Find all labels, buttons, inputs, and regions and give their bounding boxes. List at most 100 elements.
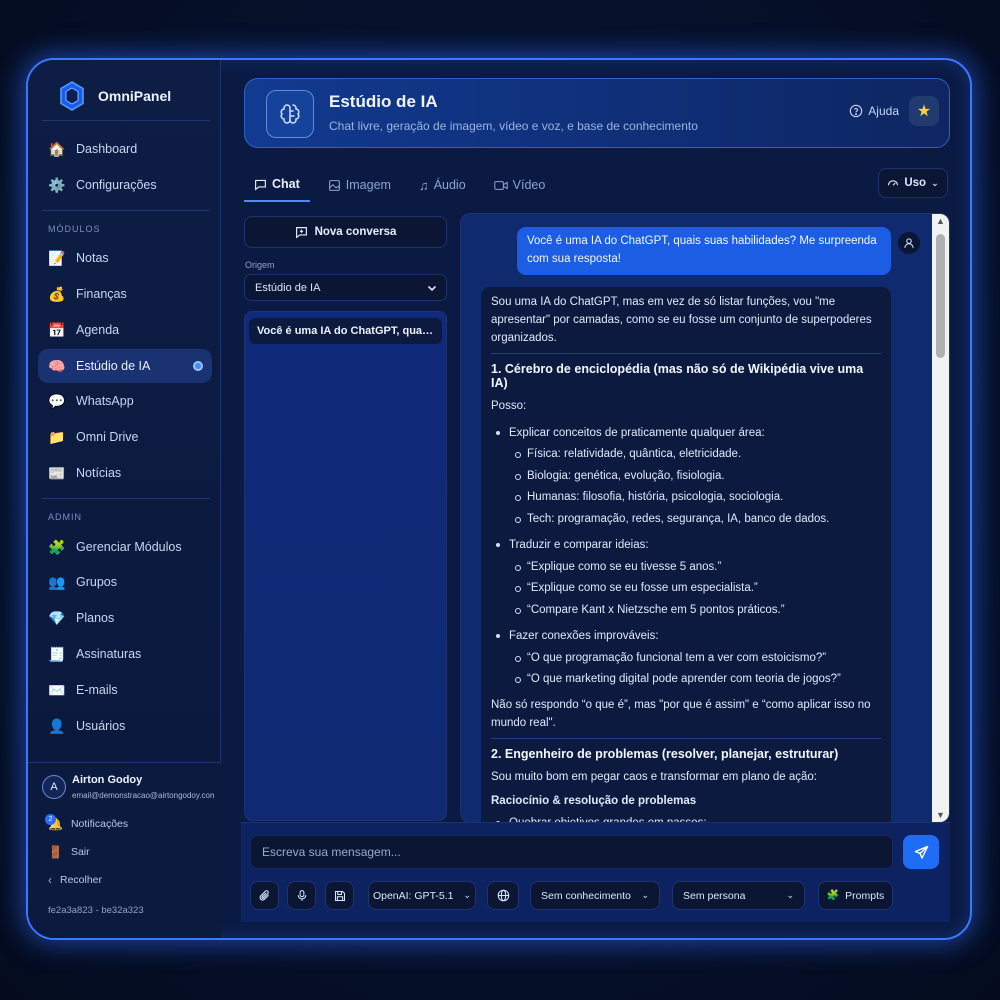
sidebar-item-whatsapp[interactable]: 💬 WhatsApp [38,384,212,418]
tab-imagem[interactable]: Imagem [318,168,401,202]
list-item: “Explique como se eu fosse um especialis… [491,578,881,600]
tab-video[interactable]: Vídeo [484,168,556,202]
app-window: OmniPanel 🏠 Dashboard ⚙️ Configurações M… [26,58,972,940]
chat-icon [255,179,266,191]
sidebar-item-estudio-ia[interactable]: 🧠 Estúdio de IA [38,349,212,383]
admin-section-label: ADMIN [48,512,82,522]
scroll-up-arrow-icon[interactable]: ▲ [935,216,946,226]
sidebar-divider [42,498,210,499]
logout-link[interactable]: 🚪 Sair [48,845,90,859]
usage-button[interactable]: Uso ⌄ [878,168,948,198]
chat-messages[interactable]: Você é uma IA do ChatGPT, quais suas hab… [460,213,950,823]
sidebar-item-emails[interactable]: ✉️ E-mails [38,673,212,707]
conversations-panel: Nova conversa Origem Estúdio de IA Você … [244,214,448,821]
floppy-disk-icon [334,890,345,901]
sidebar-item-planos[interactable]: 💎 Planos [38,601,212,635]
list-item: Biologia: genética, evolução, fisiologia… [491,466,881,488]
sidebar-item-agenda[interactable]: 📅 Agenda [38,313,212,347]
attach-button[interactable] [250,881,279,910]
sidebar-item-label: Gerenciar Módulos [76,540,182,554]
sidebar-item-dashboard[interactable]: 🏠 Dashboard [38,132,212,166]
star-icon: ★ [916,103,932,120]
people-icon: 👥 [48,573,66,590]
sidebar-item-assinaturas[interactable]: 🧾 Assinaturas [38,637,212,671]
scrollbar-thumb[interactable] [936,234,945,358]
collapse-sidebar-button[interactable]: ‹ Recolher [48,873,102,887]
ai-intro: Sou uma IA do ChatGPT, mas em vez de só … [491,296,872,344]
receipt-icon: 🧾 [48,645,66,662]
brain-icon: 🧠 [48,357,66,374]
sidebar-item-label: Estúdio de IA [76,359,151,373]
knowledge-select[interactable]: Sem conhecimento ⌄ [530,881,660,910]
tab-label: Vídeo [512,178,546,192]
ai-text: Sou muito bom em pegar caos e transforma… [491,770,818,783]
user-email: email@demonstracao@airtongodoy.com.br [72,791,214,800]
sidebar-item-financas[interactable]: 💰 Finanças [38,277,212,311]
list-item: Física: relatividade, quântica, eletrici… [491,444,881,466]
brand-name: OmniPanel [98,88,172,104]
omnipanel-logo-icon [60,81,84,111]
new-conversation-label: Nova conversa [314,226,397,238]
sidebar-item-omni-drive[interactable]: 📁 Omni Drive [38,420,212,454]
sidebar-item-notas[interactable]: 📝 Notas [38,241,212,275]
tab-chat[interactable]: Chat [244,168,310,202]
list-item: Traduzir e comparar ideias: [491,535,881,557]
chat-scrollbar[interactable]: ▲ ▼ [932,214,949,822]
new-conversation-button[interactable]: Nova conversa [244,216,447,248]
studio-tabs: Chat Imagem ♫ Áudio Vídeo [244,168,563,202]
user-message-bubble: Você é uma IA do ChatGPT, quais suas hab… [517,227,891,275]
conversation-item[interactable]: Você é uma IA do ChatGPT, quais suas hab… [249,318,442,344]
sidebar-item-label: Planos [76,611,115,625]
paperclip-icon [259,890,269,901]
sidebar-item-label: WhatsApp [76,394,134,408]
sidebar-item-gerenciar-modulos[interactable]: 🧩 Gerenciar Módulos [38,530,212,564]
list-item: “O que marketing digital pode aprender c… [491,669,881,691]
message-input[interactable] [250,835,893,869]
save-button[interactable] [325,881,354,910]
active-indicator [193,361,203,371]
avatar[interactable]: A [42,775,66,799]
page-header: Estúdio de IA Chat livre, geração de ima… [244,78,950,148]
composer: OpenAI: GPT-5.1 ⌄ Sem conhecimento ⌄ Sem… [241,822,950,922]
help-button[interactable]: Ajuda [849,104,899,118]
collapse-label: Recolher [60,874,103,886]
sidebar-item-label: Notícias [76,466,122,480]
house-icon: 🏠 [48,140,66,157]
person-icon: 👤 [48,717,66,734]
conversation-list: Você é uma IA do ChatGPT, quais suas hab… [244,311,447,821]
model-select[interactable]: OpenAI: GPT-5.1 ⌄ [368,881,476,910]
list-item: Tech: programação, redes, segurança, IA,… [491,509,881,531]
user-profile: A Airton Godoy email@demonstracao@airton… [28,762,221,938]
gear-icon: ⚙️ [48,176,66,193]
favorite-button[interactable]: ★ [909,96,939,126]
microphone-icon [297,890,306,901]
page-title: Estúdio de IA [329,92,438,111]
web-search-toggle[interactable] [487,881,519,910]
tab-audio[interactable]: ♫ Áudio [409,168,476,202]
sidebar-item-noticias[interactable]: 📰 Notícias [38,456,212,490]
brand[interactable]: OmniPanel [60,80,171,112]
sidebar-item-grupos[interactable]: 👥 Grupos [38,565,212,599]
usage-label: Uso [904,177,927,189]
persona-select[interactable]: Sem persona ⌄ [672,881,805,910]
music-note-icon: ♫ [418,177,429,193]
prompts-button[interactable]: 🧩 Prompts [818,881,893,910]
origin-select[interactable]: Estúdio de IA [244,274,447,301]
list-item: “Compare Kant x Nietzsche em 5 pontos pr… [491,600,881,622]
scroll-down-arrow-icon[interactable]: ▼ [935,810,946,820]
persona-value: Sem persona [683,889,746,902]
logout-label: Sair [70,846,90,858]
notifications-link[interactable]: 🔔 2 Notificações [45,814,128,831]
question-circle-icon [850,104,863,118]
microphone-button[interactable] [287,881,316,910]
sidebar-divider [42,210,210,211]
sidebar-item-label: Usuários [76,719,126,733]
sidebar-item-usuarios[interactable]: 👤 Usuários [38,709,212,743]
send-button[interactable] [903,835,939,869]
sidebar-item-label: Finanças [76,287,127,301]
list-item: “Explique como se eu tivesse 5 anos.” [491,557,881,579]
money-bag-icon: 💰 [48,285,66,302]
sidebar: OmniPanel 🏠 Dashboard ⚙️ Configurações M… [28,60,221,938]
sidebar-item-label: Dashboard [76,142,138,156]
sidebar-item-configuracoes[interactable]: ⚙️ Configurações [38,168,212,202]
